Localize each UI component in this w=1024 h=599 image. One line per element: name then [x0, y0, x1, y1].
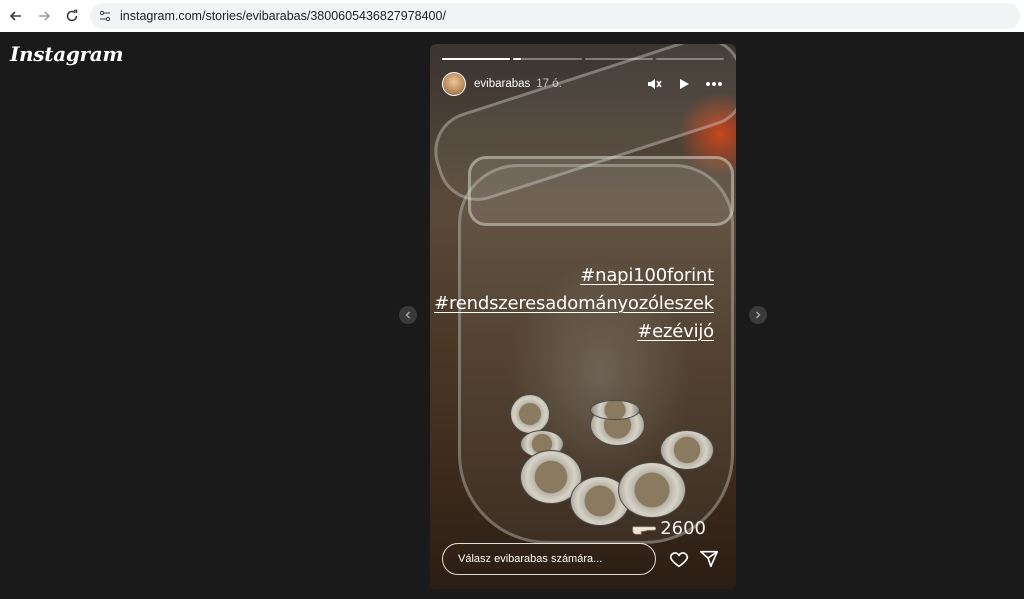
reply-input[interactable]: Válasz evibarabas számára... — [442, 543, 656, 575]
next-story-button[interactable] — [749, 306, 767, 324]
story-controls — [644, 74, 724, 94]
reload-button[interactable] — [58, 2, 86, 30]
address-bar[interactable]: instagram.com/stories/evibarabas/3800605… — [90, 3, 1020, 29]
play-button[interactable] — [674, 74, 694, 94]
mute-button[interactable] — [644, 74, 664, 94]
story-progress-bar — [442, 58, 724, 60]
hashtag-link[interactable]: #napi100forint — [434, 262, 714, 290]
count-sticker: 2600 — [632, 518, 706, 539]
story-header: evibarabas 17 ó. — [442, 70, 724, 98]
muted-speaker-icon — [648, 79, 662, 89]
hashtag-link[interactable]: #rendszeresadományozóleszek — [434, 290, 714, 318]
hashtag-link[interactable]: #ezévijó — [434, 318, 714, 346]
browser-toolbar: instagram.com/stories/evibarabas/3800605… — [0, 0, 1024, 32]
username[interactable]: evibarabas — [474, 78, 530, 90]
share-button[interactable] — [698, 548, 720, 570]
chevron-left-icon — [405, 311, 410, 319]
forward-button[interactable] — [30, 2, 58, 30]
post-time: 17 ó. — [536, 78, 562, 90]
page: Instagram evibarabas 17 ó. #napi100forin… — [0, 32, 1024, 599]
ellipsis-icon — [706, 82, 722, 86]
url-text[interactable]: instagram.com/stories/evibarabas/3800605… — [120, 9, 446, 23]
more-options-button[interactable] — [704, 74, 724, 94]
previous-story-button[interactable] — [399, 306, 417, 324]
send-icon — [699, 550, 719, 568]
avatar[interactable] — [442, 72, 466, 96]
like-button[interactable] — [668, 548, 690, 570]
forward-arrow-icon — [39, 11, 51, 21]
progress-segment — [655, 58, 724, 60]
back-arrow-icon — [9, 11, 21, 21]
progress-segment — [442, 58, 511, 60]
pointing-hand-icon — [632, 526, 657, 534]
play-icon — [680, 79, 689, 89]
story-viewer[interactable]: evibarabas 17 ó. #napi100forint #rendsze… — [430, 44, 736, 589]
site-settings-icon[interactable] — [98, 9, 112, 23]
progress-segment — [584, 58, 653, 60]
heart-icon — [669, 552, 689, 568]
reply-placeholder: Válasz evibarabas számára... — [458, 553, 603, 565]
instagram-logo[interactable]: Instagram — [10, 42, 124, 66]
back-button[interactable] — [2, 2, 30, 30]
jar-neck-photo — [468, 156, 734, 226]
hashtag-stickers: #napi100forint #rendszeresadományozólesz… — [434, 262, 714, 346]
progress-segment — [513, 58, 582, 60]
count-value: 2600 — [660, 518, 706, 539]
chevron-right-icon — [756, 311, 761, 319]
reload-icon — [66, 9, 78, 22]
